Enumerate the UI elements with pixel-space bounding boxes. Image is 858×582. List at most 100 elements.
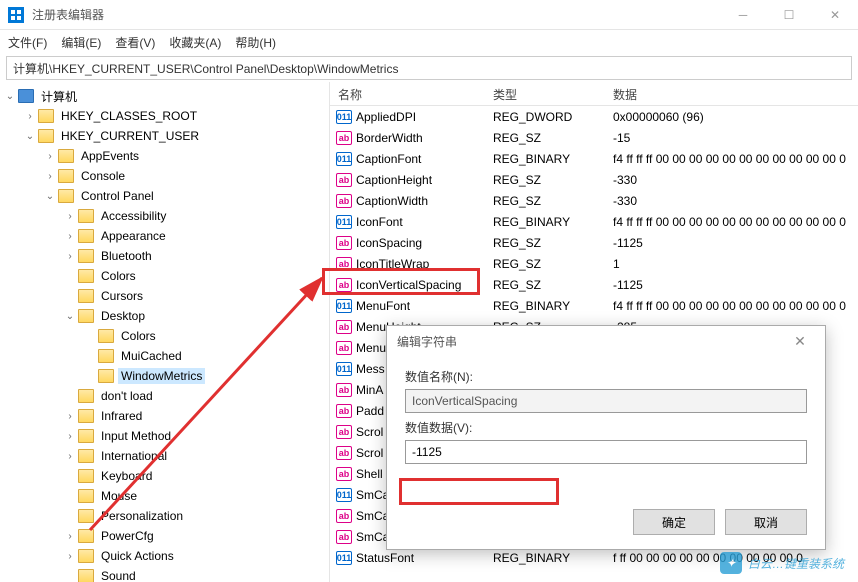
address-bar[interactable]: 计算机\HKEY_CURRENT_USER\Control Panel\Desk…: [6, 56, 852, 80]
tree-item[interactable]: Keyboard: [0, 466, 329, 486]
value-name: CaptionFont: [356, 152, 421, 166]
value-type: REG_BINARY: [485, 152, 605, 166]
ok-button[interactable]: 确定: [633, 509, 715, 535]
tree-item[interactable]: AppEvents: [0, 146, 329, 166]
value-icon: 011: [336, 299, 352, 313]
value-icon: ab: [336, 341, 352, 355]
value-name: Menu: [356, 341, 386, 355]
tree-item[interactable]: don't load: [0, 386, 329, 406]
tree-item[interactable]: HKEY_CURRENT_USER: [0, 126, 329, 146]
list-row[interactable]: abCaptionHeightREG_SZ-330: [330, 169, 858, 190]
value-name: StatusFont: [356, 551, 414, 565]
value-data: -15: [605, 131, 858, 145]
list-row[interactable]: 011IconFontREG_BINARYf4 ff ff ff 00 00 0…: [330, 211, 858, 232]
value-icon: ab: [336, 194, 352, 208]
tree-item[interactable]: Appearance: [0, 226, 329, 246]
value-icon: ab: [336, 425, 352, 439]
value-name: AppliedDPI: [356, 110, 416, 124]
menu-view[interactable]: 查看(V): [115, 34, 155, 51]
app-icon: [8, 7, 24, 23]
tree-item[interactable]: Input Method: [0, 426, 329, 446]
value-data: f4 ff ff ff 00 00 00 00 00 00 00 00 00 0…: [605, 215, 858, 229]
tree-item[interactable]: Desktop: [0, 306, 329, 326]
list-row[interactable]: abBorderWidthREG_SZ-15: [330, 127, 858, 148]
value-data: f4 ff ff ff 00 00 00 00 00 00 00 00 00 0…: [605, 152, 858, 166]
tree-item[interactable]: Console: [0, 166, 329, 186]
value-icon: ab: [336, 173, 352, 187]
list-row[interactable]: abIconSpacingREG_SZ-1125: [330, 232, 858, 253]
list-row[interactable]: 011AppliedDPIREG_DWORD0x00000060 (96): [330, 106, 858, 127]
tree-item[interactable]: HKEY_CLASSES_ROOT: [0, 106, 329, 126]
value-name-label: 数值名称(N):: [405, 368, 807, 385]
menu-file[interactable]: 文件(F): [8, 34, 47, 51]
tree-item[interactable]: Control Panel: [0, 186, 329, 206]
list-row[interactable]: abCaptionWidthREG_SZ-330: [330, 190, 858, 211]
list-row[interactable]: abIconTitleWrapREG_SZ1: [330, 253, 858, 274]
value-type: REG_SZ: [485, 278, 605, 292]
col-data[interactable]: 数据: [605, 82, 858, 105]
value-icon: ab: [336, 404, 352, 418]
tree-item[interactable]: Accessibility: [0, 206, 329, 226]
tree-item[interactable]: PowerCfg: [0, 526, 329, 546]
tree-item[interactable]: Personalization: [0, 506, 329, 526]
value-data: f4 ff ff ff 00 00 00 00 00 00 00 00 00 0…: [605, 299, 858, 313]
menu-favorites[interactable]: 收藏夹(A): [169, 34, 221, 51]
tree-item[interactable]: Cursors: [0, 286, 329, 306]
close-icon[interactable]: ✕: [785, 333, 815, 350]
tree-item[interactable]: Infrared: [0, 406, 329, 426]
menu-edit[interactable]: 编辑(E): [61, 34, 101, 51]
window-title: 注册表编辑器: [32, 6, 720, 23]
list-row[interactable]: 011 CaptionFont REG_BINARYf4 ff ff ff 00 0…: [330, 148, 858, 169]
value-type: REG_BINARY: [485, 215, 605, 229]
value-name: CaptionWidth: [356, 194, 428, 208]
value-data-label: 数值数据(V):: [405, 419, 807, 436]
value-data: 0x00000060 (96): [605, 110, 858, 124]
tree-item[interactable]: WindowMetrics: [0, 366, 329, 386]
value-icon: ab: [336, 467, 352, 481]
registry-tree[interactable]: 计算机HKEY_CLASSES_ROOTHKEY_CURRENT_USERApp…: [0, 82, 330, 582]
value-icon: 011: [336, 152, 352, 166]
value-icon: 011: [336, 488, 352, 502]
value-type: REG_SZ: [485, 257, 605, 271]
value-icon: ab: [336, 278, 352, 292]
list-row[interactable]: abIconVerticalSpacingREG_SZ-1125: [330, 274, 858, 295]
value-data: 1: [605, 257, 858, 271]
close-button[interactable]: ✕: [812, 0, 858, 30]
col-type[interactable]: 类型: [485, 82, 605, 105]
tree-item[interactable]: Colors: [0, 266, 329, 286]
value-data: -330: [605, 173, 858, 187]
value-name: MinA: [356, 383, 383, 397]
value-icon: 011: [336, 362, 352, 376]
value-type: REG_SZ: [485, 194, 605, 208]
tree-item[interactable]: Quick Actions: [0, 546, 329, 566]
list-header: 名称 类型 数据: [330, 82, 858, 106]
value-icon: 011: [336, 215, 352, 229]
tree-item[interactable]: Colors: [0, 326, 329, 346]
menu-help[interactable]: 帮助(H): [235, 34, 276, 51]
value-name: CaptionHeight: [356, 173, 432, 187]
value-name: IconSpacing: [356, 236, 422, 250]
list-row[interactable]: 011MenuFontREG_BINARYf4 ff ff ff 00 00 0…: [330, 295, 858, 316]
address-text: 计算机\HKEY_CURRENT_USER\Control Panel\Desk…: [13, 60, 398, 77]
col-name[interactable]: 名称: [330, 82, 485, 105]
tree-item[interactable]: Sound: [0, 566, 329, 582]
value-icon: 011: [336, 551, 352, 565]
tree-item[interactable]: International: [0, 446, 329, 466]
value-name: SmCa: [356, 509, 389, 523]
tree-item[interactable]: Bluetooth: [0, 246, 329, 266]
tree-item[interactable]: Mouse: [0, 486, 329, 506]
cancel-button[interactable]: 取消: [725, 509, 807, 535]
minimize-button[interactable]: ─: [720, 0, 766, 30]
tree-root[interactable]: 计算机: [0, 86, 329, 106]
value-name: Scrol: [356, 446, 383, 460]
value-data: -1125: [605, 278, 858, 292]
value-name-input: [405, 389, 807, 413]
value-icon: ab: [336, 236, 352, 250]
value-data-input[interactable]: [405, 440, 807, 464]
dialog-title: 编辑字符串: [397, 333, 457, 350]
edit-string-dialog: 编辑字符串 ✕ 数值名称(N): 数值数据(V): 确定 取消: [386, 325, 826, 550]
maximize-button[interactable]: ☐: [766, 0, 812, 30]
value-icon: ab: [336, 320, 352, 334]
value-name: Padd: [356, 404, 384, 418]
tree-item[interactable]: MuiCached: [0, 346, 329, 366]
